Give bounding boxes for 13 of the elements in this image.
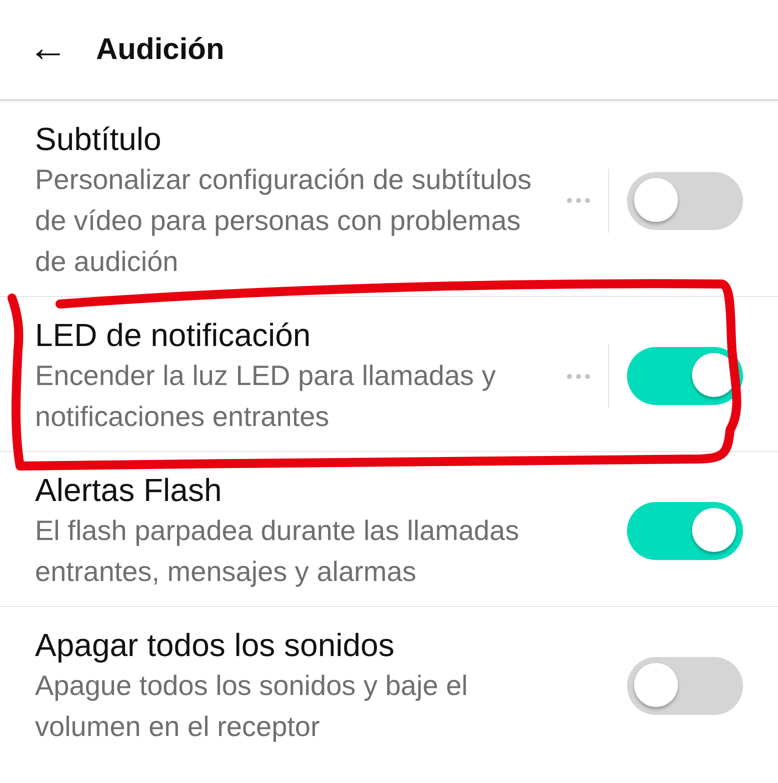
setting-description: Personalizar configuración de subtítulos de vídeo para personas con problemas de audición: [35, 163, 533, 279]
setting-title: Subtítulo: [35, 120, 162, 159]
setting-title: Apagar todos los sonidos: [35, 626, 396, 665]
screen-title: Audición: [96, 32, 224, 66]
setting-title: LED de notificación: [35, 316, 312, 355]
setting-description: Encender la luz LED para llamadas y notificaciones entrantes: [35, 359, 497, 434]
more-icon[interactable]: [567, 374, 590, 378]
setting-description: Apague todos los sonidos y baje el volumen en el receptor: [35, 669, 469, 744]
setting-title: Alertas Flash: [35, 471, 223, 510]
toggle-switch[interactable]: [627, 347, 743, 405]
back-button[interactable]: ←: [28, 28, 70, 68]
more-icon[interactable]: [567, 198, 590, 203]
setting-description: El flash parpadea durante las llamadas entrantes, mensajes y alarmas: [35, 514, 520, 589]
